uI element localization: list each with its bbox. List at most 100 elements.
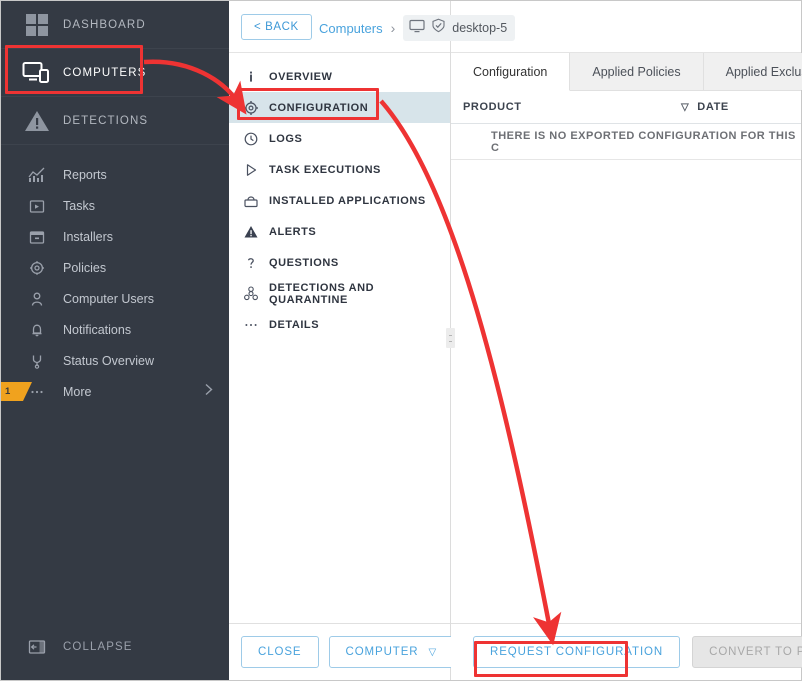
installer-icon <box>17 227 57 247</box>
sidebar-collapse-button[interactable]: COLLAPSE <box>1 614 229 680</box>
question-icon <box>243 255 269 271</box>
warning-triangle-icon <box>17 106 57 136</box>
detail-menu-label: DETAILS <box>269 318 320 331</box>
sidebar-item-label: Reports <box>63 167 107 182</box>
main-sidebar: DASHBOARD COMPUTERS DETECTIONS Reports T… <box>1 1 229 680</box>
detail-menu-label: LOGS <box>269 132 303 145</box>
play-icon <box>243 162 269 178</box>
detail-menu-item-task-executions[interactable]: TASK EXECUTIONS <box>229 154 450 185</box>
sidebar-item-status-overview[interactable]: Status Overview <box>1 345 229 376</box>
detail-menu-label: OVERVIEW <box>269 70 333 83</box>
computer-dropdown-label: COMPUTER <box>345 646 419 658</box>
tab-applied-policies[interactable]: Applied Policies <box>570 53 704 90</box>
sidebar-item-label: Notifications <box>63 322 132 337</box>
computers-icon <box>17 58 57 88</box>
content-tabs: Configuration Applied Policies Applied E… <box>451 53 802 91</box>
sidebar-item-reports[interactable]: Reports <box>1 159 229 190</box>
breadcrumb-device-chip[interactable]: desktop-5 <box>403 15 516 41</box>
collapse-panel-icon <box>17 638 57 656</box>
notification-badge: 1 <box>1 382 32 401</box>
info-icon <box>243 69 269 85</box>
breadcrumb-parent-link[interactable]: Computers <box>319 21 383 36</box>
tab-configuration[interactable]: Configuration <box>451 53 571 91</box>
detail-menu-list: OVERVIEW CONFIGURATION LOGS TASK EXECUTI… <box>229 53 450 340</box>
empty-state-row: THERE IS NO EXPORTED CONFIGURATION FOR T… <box>451 124 801 160</box>
detail-menu-label: DETECTIONS AND QUARANTINE <box>269 281 375 306</box>
close-button[interactable]: CLOSE <box>241 636 319 668</box>
sidebar-item-tasks[interactable]: Tasks <box>1 190 229 221</box>
detail-panel-footer: CLOSE COMPUTER ▽ <box>229 623 455 680</box>
column-header-date[interactable]: ▽ DATE <box>681 101 729 113</box>
column-header-date-label: DATE <box>697 101 729 113</box>
detail-menu-item-installed-applications[interactable]: INSTALLED APPLICATIONS <box>229 185 450 216</box>
detail-menu-label: QUESTIONS <box>269 256 339 269</box>
panel-splitter[interactable] <box>446 53 455 623</box>
biohazard-icon <box>243 285 269 302</box>
gear-icon <box>243 100 269 116</box>
detail-menu-item-logs[interactable]: LOGS <box>229 123 450 154</box>
sidebar-item-detections[interactable]: DETECTIONS <box>1 97 229 145</box>
tab-applied-exclusions[interactable]: Applied Exclusions <box>703 53 802 90</box>
column-header-product[interactable]: PRODUCT <box>451 101 681 113</box>
sidebar-item-label: Installers <box>63 229 114 244</box>
status-icon <box>17 351 57 371</box>
detail-menu-item-alerts[interactable]: ALERTS <box>229 216 450 247</box>
back-button[interactable]: < BACK <box>241 13 312 40</box>
sidebar-item-computers[interactable]: COMPUTERS <box>1 49 229 97</box>
sidebar-item-label: Tasks <box>63 198 95 213</box>
sidebar-item-label: DETECTIONS <box>63 114 149 127</box>
gear-icon <box>17 258 57 278</box>
shield-check-icon <box>431 18 446 38</box>
table-body <box>451 160 801 623</box>
bell-icon <box>17 320 57 340</box>
sidebar-item-more[interactable]: 1 More <box>1 376 229 407</box>
sidebar-item-label: Status Overview <box>63 353 155 368</box>
sidebar-item-notifications[interactable]: Notifications <box>1 314 229 345</box>
sidebar-item-label: DASHBOARD <box>63 18 146 31</box>
breadcrumb-separator: › <box>390 20 396 36</box>
convert-to-policy-button: CONVERT TO POLICY <box>692 636 802 668</box>
empty-state-message: THERE IS NO EXPORTED CONFIGURATION FOR T… <box>491 129 796 154</box>
detail-menu-label: ALERTS <box>269 225 317 238</box>
sort-descending-icon: ▽ <box>681 101 690 113</box>
sidebar-sub-section: Reports Tasks Installers Policies Comput… <box>1 145 229 407</box>
detail-menu-item-questions[interactable]: QUESTIONS <box>229 247 450 278</box>
detail-menu-label: TASK EXECUTIONS <box>269 163 381 176</box>
computer-dropdown-button[interactable]: COMPUTER ▽ <box>328 636 455 668</box>
alert-triangle-icon <box>243 224 269 240</box>
clock-icon <box>243 131 269 147</box>
sidebar-item-label: COMPUTERS <box>63 66 147 79</box>
detail-menu-item-configuration[interactable]: CONFIGURATION <box>229 92 450 123</box>
detail-menu-item-overview[interactable]: OVERVIEW <box>229 61 450 92</box>
chevron-down-icon: ▽ <box>428 646 438 658</box>
breadcrumb: Computers › desktop-5 <box>319 15 516 41</box>
user-icon <box>17 289 57 309</box>
sidebar-item-installers[interactable]: Installers <box>1 221 229 252</box>
request-configuration-button[interactable]: REQUEST CONFIGURATION <box>473 636 681 668</box>
detail-menu-label: CONFIGURATION <box>269 101 369 114</box>
sidebar-item-label: More <box>63 384 92 399</box>
breadcrumb-device-name: desktop-5 <box>452 21 508 35</box>
content-footer: REQUEST CONFIGURATION CONVERT TO POLICY <box>451 623 802 680</box>
splitter-grip-icon <box>446 328 455 348</box>
collapse-label: COLLAPSE <box>63 641 133 653</box>
sidebar-main-section: DASHBOARD COMPUTERS DETECTIONS <box>1 1 229 145</box>
monitor-icon <box>409 19 425 38</box>
grid-icon <box>17 10 57 40</box>
detail-menu-item-details[interactable]: DETAILS <box>229 309 450 340</box>
sidebar-item-dashboard[interactable]: DASHBOARD <box>1 1 229 49</box>
sidebar-item-computer-users[interactable]: Computer Users <box>1 283 229 314</box>
task-box-icon <box>17 196 57 216</box>
main-content-area: Configuration Applied Policies Applied E… <box>451 1 802 680</box>
detail-menu-label: INSTALLED APPLICATIONS <box>269 194 426 207</box>
chevron-right-icon <box>203 381 215 402</box>
sidebar-item-label: Policies <box>63 260 107 275</box>
detail-menu-item-detections-and-quarantine[interactable]: DETECTIONS AND QUARANTINE <box>229 278 450 309</box>
table-column-header: PRODUCT ▽ DATE <box>451 91 801 124</box>
sidebar-item-label: Computer Users <box>63 291 154 306</box>
package-icon <box>243 193 269 209</box>
ellipsis-icon <box>243 317 269 333</box>
detail-nav-panel: < BACK OVERVIEW CONFIGURATION LOGS TASK … <box>229 1 455 680</box>
sidebar-item-policies[interactable]: Policies <box>1 252 229 283</box>
application-window: DASHBOARD COMPUTERS DETECTIONS Reports T… <box>0 0 802 681</box>
